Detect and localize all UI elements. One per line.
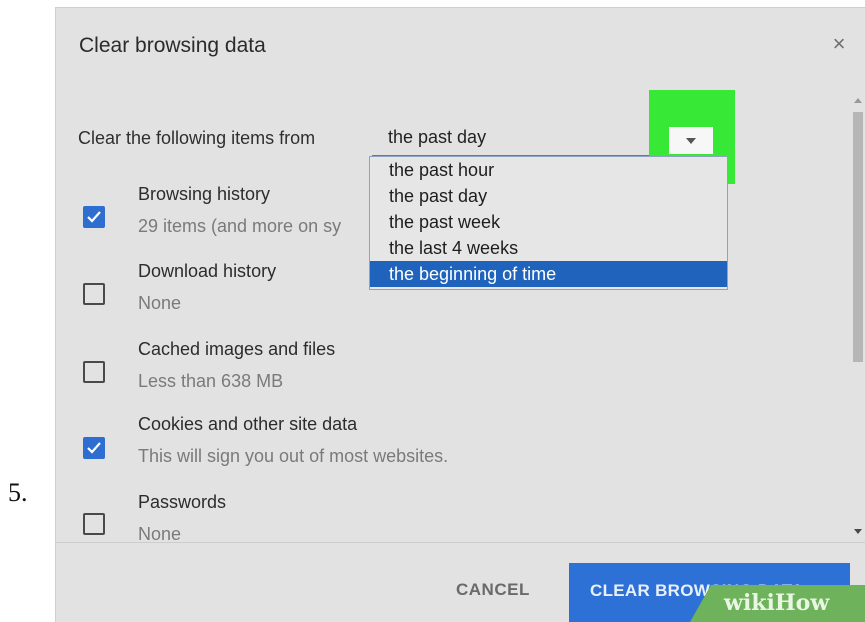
dropdown-arrow-box[interactable] <box>669 127 713 154</box>
footer-divider <box>56 542 865 543</box>
item-label: Passwords <box>138 492 227 512</box>
time-range-dropdown-list: the past hour the past day the past week… <box>369 156 728 290</box>
passwords-checkbox[interactable] <box>83 513 105 535</box>
close-icon[interactable]: × <box>827 32 851 56</box>
cookies-checkbox[interactable] <box>83 437 105 459</box>
item-cookies[interactable]: Cookies and other site data This will si… <box>56 414 448 486</box>
checkmark-icon <box>87 211 101 223</box>
step-number: 5. <box>8 478 28 507</box>
checkmark-icon <box>87 442 101 454</box>
cached-images-checkbox[interactable] <box>83 361 105 383</box>
option-past-day[interactable]: the past day <box>370 183 727 209</box>
browsing-history-checkbox[interactable] <box>83 206 105 228</box>
item-label: Cached images and files <box>138 339 336 359</box>
item-download-history[interactable]: Download history None <box>56 261 376 333</box>
download-history-checkbox[interactable] <box>83 283 105 305</box>
item-sub: Less than 638 MB <box>138 371 284 391</box>
item-sub: None <box>138 524 182 542</box>
item-label: Browsing history <box>138 184 271 204</box>
item-label: Download history <box>138 261 277 281</box>
wikihow-watermark: wikiHow <box>690 585 865 622</box>
option-last-4-weeks[interactable]: the last 4 weeks <box>370 235 727 261</box>
item-label: Cookies and other site data <box>138 414 358 434</box>
item-passwords[interactable]: Passwords None <box>56 492 376 542</box>
dialog-title: Clear browsing data <box>79 34 266 57</box>
time-range-selected-value: the past day <box>388 127 487 147</box>
item-sub: This will sign you out of most websites. <box>138 446 449 466</box>
watermark-text: wikiHow <box>724 590 830 616</box>
option-past-hour[interactable]: the past hour <box>370 157 727 183</box>
item-sub: 29 items (and more on sy <box>138 216 342 236</box>
option-past-week[interactable]: the past week <box>370 209 727 235</box>
clear-browsing-data-dialog: Clear browsing data × Browsing history 2… <box>55 7 865 622</box>
option-beginning-of-time[interactable]: the beginning of time <box>370 261 727 287</box>
time-range-label: Clear the following items from <box>78 128 316 148</box>
item-cached-images[interactable]: Cached images and files Less than 638 MB <box>56 339 376 411</box>
item-sub: None <box>138 293 182 313</box>
item-browsing-history[interactable]: Browsing history 29 items (and more on s… <box>56 184 376 256</box>
cancel-button[interactable]: CANCEL <box>456 580 530 600</box>
chevron-down-icon <box>686 138 696 144</box>
